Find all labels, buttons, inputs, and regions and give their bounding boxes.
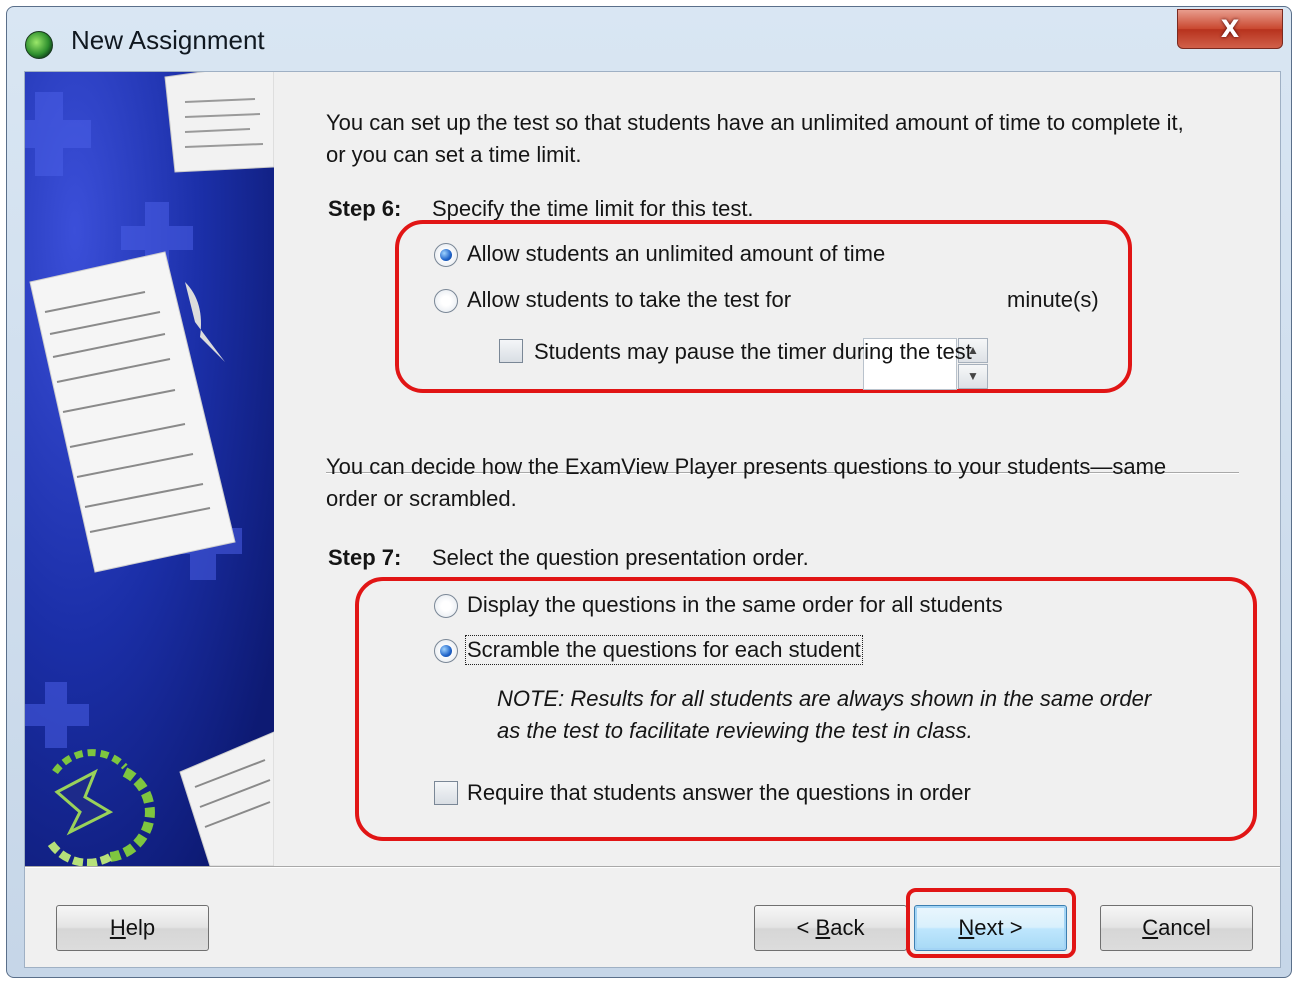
- examview-logo: [46, 749, 155, 866]
- minutes-unit-label: minute(s): [1007, 287, 1099, 312]
- step7-label: Step 7:: [328, 545, 402, 570]
- wizard-sidebar-image: [25, 72, 274, 866]
- back-button[interactable]: < Back: [754, 905, 907, 951]
- note-line-1: NOTE: Results for all students are alway…: [497, 686, 1152, 711]
- close-button[interactable]: X: [1177, 9, 1283, 49]
- minutes-decrement-button[interactable]: ▼: [958, 364, 988, 389]
- spin-down-arrow-icon: ▼: [967, 369, 979, 383]
- window-title: New Assignment: [71, 25, 265, 55]
- time-limit-label[interactable]: Allow students to take the test for: [467, 287, 791, 313]
- back-button-prefix: <: [796, 915, 816, 940]
- same-order-label[interactable]: Display the questions in the same order …: [467, 592, 1003, 618]
- step6-label: Step 6:: [328, 196, 402, 221]
- require-order-label[interactable]: Require that students answer the questio…: [467, 780, 971, 806]
- unlimited-time-radio[interactable]: [434, 243, 458, 267]
- wizard-content: You can set up the test so that students…: [274, 72, 1280, 866]
- same-order-radio[interactable]: [434, 594, 458, 618]
- cancel-button-mnemonic: C: [1142, 915, 1159, 940]
- step7-instruction: Select the question presentation order.: [432, 545, 809, 570]
- help-button[interactable]: Help: [56, 905, 209, 951]
- help-button-suffix: elp: [125, 915, 156, 940]
- pause-timer-checkbox[interactable]: [499, 339, 523, 363]
- require-order-checkbox[interactable]: [434, 781, 458, 805]
- scramble-label[interactable]: Scramble the questions for each student: [465, 635, 863, 665]
- button-bar-separator: [25, 866, 1280, 868]
- unlimited-time-label[interactable]: Allow students an unlimited amount of ti…: [467, 241, 885, 267]
- note-line-2: as the test to facilitate reviewing the …: [497, 718, 973, 743]
- time-limit-radio[interactable]: [434, 289, 458, 313]
- new-assignment-dialog: New Assignment X You can set up the test…: [6, 6, 1292, 978]
- next-button-mnemonic: N: [958, 915, 975, 940]
- cancel-button-suffix: ancel: [1158, 915, 1211, 940]
- step7-intro-text: You can decide how the ExamView Player p…: [326, 454, 1167, 511]
- step6-intro-text: You can set up the test so that students…: [326, 110, 1184, 167]
- next-button[interactable]: Next >: [914, 905, 1067, 951]
- next-button-suffix: ext >: [974, 915, 1023, 940]
- back-button-mnemonic: B: [815, 915, 831, 940]
- dialog-client-area: You can set up the test so that students…: [24, 71, 1281, 968]
- help-button-mnemonic: H: [109, 915, 126, 940]
- examview-app-icon: [25, 31, 53, 59]
- back-button-suffix: ack: [830, 915, 865, 940]
- pause-timer-label[interactable]: Students may pause the timer during the …: [534, 339, 972, 365]
- sidebar-illustration: [25, 72, 274, 866]
- scramble-radio[interactable]: [434, 639, 458, 663]
- step6-instruction: Specify the time limit for this test.: [432, 196, 754, 221]
- cancel-button[interactable]: Cancel: [1100, 905, 1253, 951]
- title-bar[interactable]: New Assignment X: [7, 7, 1291, 71]
